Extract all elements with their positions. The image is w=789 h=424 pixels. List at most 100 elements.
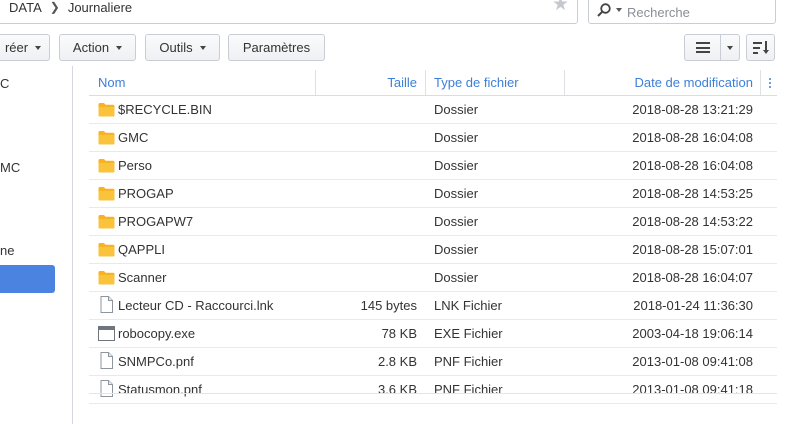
chevron-down-icon bbox=[199, 45, 206, 50]
file-name: robocopy.exe bbox=[118, 326, 196, 341]
action-button[interactable]: Action bbox=[59, 34, 136, 61]
file-rows: $RECYCLE.BIN Dossier 2018-08-28 13:21:29 GM… bbox=[89, 96, 777, 404]
file-type: Dossier bbox=[434, 130, 479, 145]
file-name: Scanner bbox=[118, 270, 167, 285]
file-size bbox=[315, 208, 417, 235]
file-list: Nom Taille Type de fichier Date de modif… bbox=[89, 70, 777, 404]
file-name: PROGAPW7 bbox=[118, 214, 194, 229]
folder-icon bbox=[98, 214, 115, 229]
file-name: Perso bbox=[118, 158, 152, 173]
chevron-right-icon: ❯ bbox=[49, 0, 60, 14]
file-row[interactable]: $RECYCLE.BIN Dossier 2018-08-28 13:21:29 bbox=[89, 96, 777, 124]
sort-button[interactable] bbox=[746, 34, 775, 61]
file-size: 78 KB bbox=[381, 326, 417, 341]
star-icon[interactable]: ★ bbox=[552, 0, 570, 14]
file-modified: 2018-08-28 16:04:08 bbox=[632, 130, 753, 145]
file-modified: 2013-01-08 09:41:18 bbox=[632, 382, 753, 397]
file-modified: 2018-08-28 14:53:22 bbox=[632, 214, 753, 229]
file-row[interactable]: QAPPLI Dossier 2018-08-28 15:07:01 bbox=[89, 236, 777, 264]
file-name: Statusmon.pnf bbox=[118, 382, 202, 397]
file-name: QAPPLI bbox=[118, 242, 165, 257]
sidebar: C MC ne bbox=[0, 66, 73, 424]
exe-icon bbox=[98, 326, 115, 341]
file-name: PROGAP bbox=[118, 186, 174, 201]
sidebar-item[interactable]: MC bbox=[0, 160, 20, 175]
breadcrumb-root[interactable]: DATA bbox=[9, 0, 42, 15]
column-header-type[interactable]: Type de fichier bbox=[434, 70, 519, 95]
sidebar-item-selected[interactable] bbox=[0, 265, 55, 293]
file-modified: 2018-08-28 16:04:07 bbox=[632, 270, 753, 285]
file-modified: 2013-01-08 09:41:08 bbox=[632, 354, 753, 369]
create-button[interactable]: réer bbox=[0, 34, 50, 61]
column-header-name[interactable]: Nom bbox=[98, 70, 125, 95]
chevron-down-icon bbox=[116, 45, 123, 50]
folder-icon bbox=[98, 102, 115, 117]
file-type: Dossier bbox=[434, 242, 479, 257]
tools-button[interactable]: Outils bbox=[145, 34, 220, 61]
file-list-header: Nom Taille Type de fichier Date de modif… bbox=[89, 70, 777, 96]
search-icon[interactable] bbox=[597, 3, 611, 17]
sort-icon bbox=[752, 40, 769, 54]
file-row[interactable]: PROGAPW7 Dossier 2018-08-28 14:53:22 bbox=[89, 208, 777, 236]
breadcrumb-current[interactable]: Journaliere bbox=[68, 0, 132, 15]
column-divider[interactable] bbox=[760, 70, 761, 95]
file-name: Lecteur CD - Raccourci.lnk bbox=[118, 298, 274, 313]
file-size: 145 bytes bbox=[360, 298, 417, 313]
file-type: PNF Fichier bbox=[434, 354, 503, 369]
file-modified: 2018-01-24 11:36:30 bbox=[633, 298, 753, 313]
column-menu-icon[interactable] bbox=[767, 70, 773, 95]
file-type: PNF Fichier bbox=[434, 382, 503, 397]
file-type: Dossier bbox=[434, 102, 479, 117]
file-row[interactable]: Statusmon.pnf 3.6 KB PNF Fichier 2013-01-08… bbox=[89, 376, 777, 404]
settings-button[interactable]: Paramètres bbox=[228, 34, 325, 61]
file-modified: 2018-08-28 15:07:01 bbox=[632, 242, 753, 257]
file-type: EXE Fichier bbox=[434, 326, 503, 341]
action-button-label: Action bbox=[72, 40, 110, 55]
file-modified: 2003-04-18 19:06:14 bbox=[632, 326, 753, 341]
folder-icon bbox=[98, 242, 115, 257]
list-bottom-border bbox=[89, 393, 777, 394]
file-size bbox=[315, 96, 417, 123]
file-type: Dossier bbox=[434, 186, 479, 201]
column-header-modified[interactable]: Date de modification bbox=[564, 70, 753, 95]
search-placeholder: Recherche bbox=[627, 5, 690, 20]
sidebar-item[interactable]: ne bbox=[0, 243, 14, 258]
file-row[interactable]: GMC Dossier 2018-08-28 16:04:08 bbox=[89, 124, 777, 152]
create-button-label: réer bbox=[4, 40, 29, 55]
column-divider[interactable] bbox=[425, 70, 426, 95]
chevron-down-icon bbox=[35, 45, 42, 50]
path-bar[interactable]: DATA ❯ Journaliere ★ bbox=[0, 0, 578, 24]
folder-icon bbox=[98, 130, 115, 145]
view-mode-dropdown[interactable] bbox=[720, 34, 740, 61]
search-input[interactable]: Recherche bbox=[588, 0, 776, 24]
view-list-button[interactable] bbox=[684, 34, 721, 61]
file-row[interactable]: SNMPCo.pnf 2.8 KB PNF Fichier 2013-01-08 09… bbox=[89, 348, 777, 376]
file-modified: 2018-08-28 14:53:25 bbox=[632, 186, 753, 201]
chevron-down-icon bbox=[727, 45, 733, 50]
file-row[interactable]: Scanner Dossier 2018-08-28 16:04:07 bbox=[89, 264, 777, 292]
file-modified: 2018-08-28 16:04:08 bbox=[632, 158, 753, 173]
file-size bbox=[315, 152, 417, 179]
file-type: LNK Fichier bbox=[434, 298, 502, 313]
chevron-down-icon[interactable] bbox=[616, 8, 622, 12]
file-modified: 2018-08-28 13:21:29 bbox=[632, 102, 753, 117]
folder-icon bbox=[98, 270, 115, 285]
file-row[interactable]: robocopy.exe 78 KB EXE Fichier 2003-04-18 1… bbox=[89, 320, 777, 348]
file-row[interactable]: Lecteur CD - Raccourci.lnk 145 bytes LNK F… bbox=[89, 292, 777, 320]
file-icon bbox=[98, 296, 115, 313]
file-type: Dossier bbox=[434, 214, 479, 229]
file-row[interactable]: PROGAP Dossier 2018-08-28 14:53:25 bbox=[89, 180, 777, 208]
column-header-size[interactable]: Taille bbox=[315, 70, 417, 95]
folder-icon bbox=[98, 186, 115, 201]
file-type: Dossier bbox=[434, 270, 479, 285]
file-size bbox=[315, 180, 417, 207]
file-type: Dossier bbox=[434, 158, 479, 173]
list-view-icon bbox=[695, 42, 710, 53]
file-size: 3.6 KB bbox=[377, 382, 417, 397]
tools-button-label: Outils bbox=[159, 40, 193, 55]
sidebar-item[interactable]: C bbox=[0, 76, 9, 91]
file-size bbox=[315, 236, 417, 263]
file-row[interactable]: Perso Dossier 2018-08-28 16:04:08 bbox=[89, 152, 777, 180]
file-name: SNMPCo.pnf bbox=[118, 354, 194, 369]
folder-icon bbox=[98, 158, 115, 173]
